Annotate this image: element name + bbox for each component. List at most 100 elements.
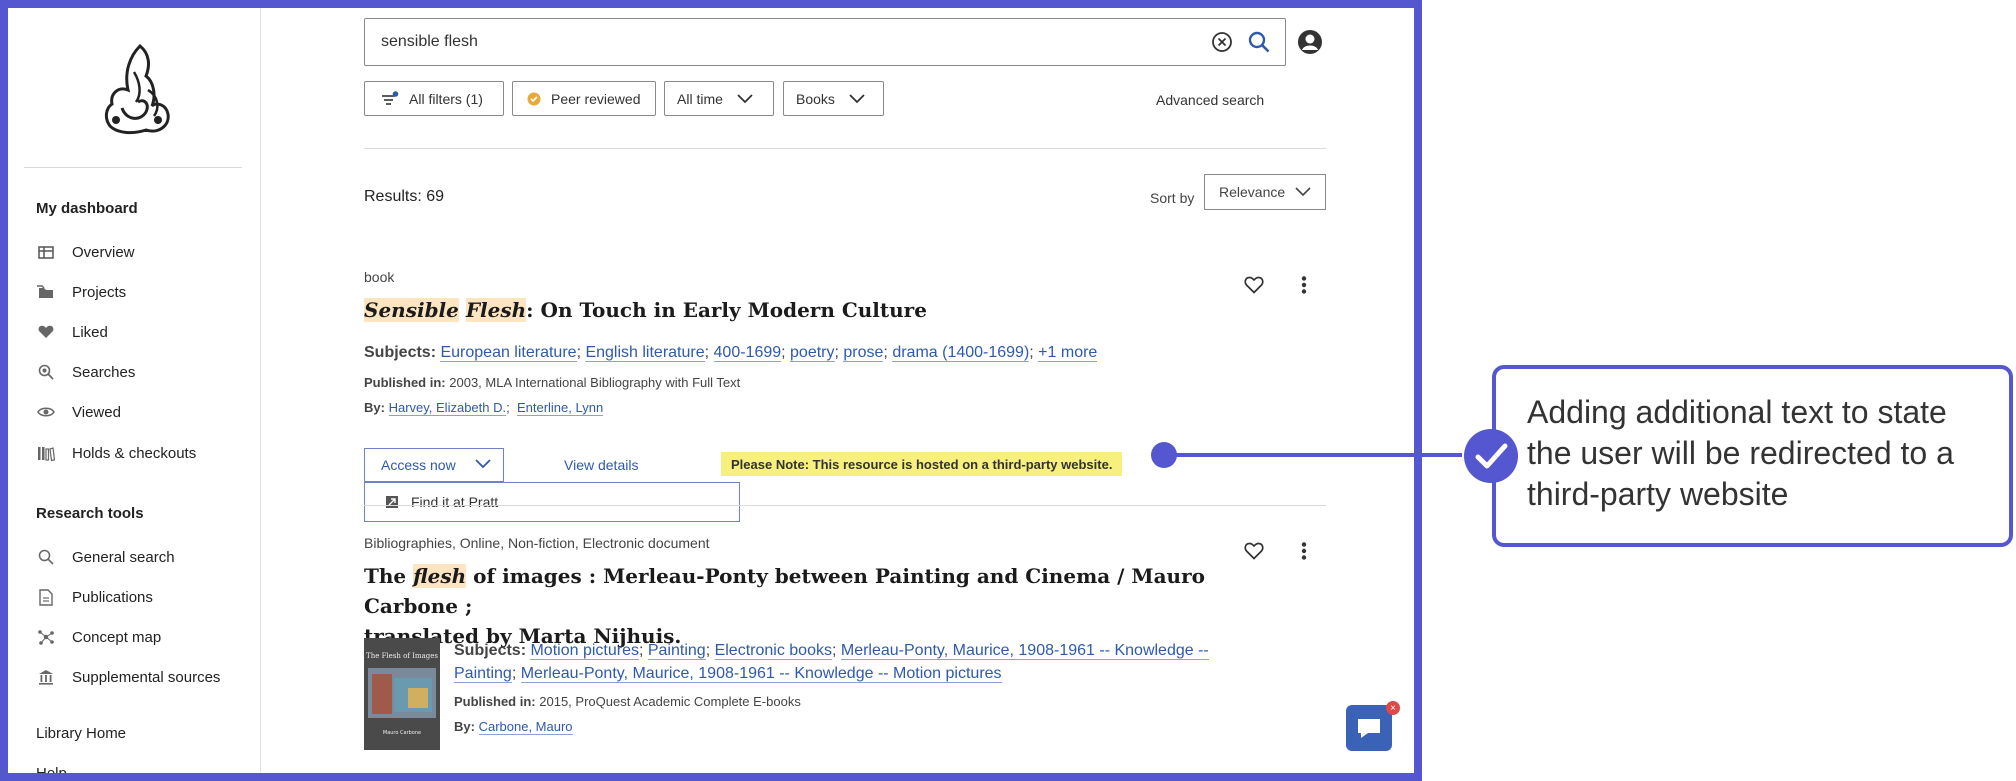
- result-title[interactable]: Sensible Flesh: On Touch in Early Modern…: [364, 295, 927, 325]
- sidebar-item-projects[interactable]: Projects: [36, 281, 126, 303]
- published-value: 2003, MLA International Bibliography wit…: [449, 375, 741, 390]
- subject-link[interactable]: Merleau-Ponty, Maurice, 1908-1961 -- Kno…: [520, 665, 1002, 683]
- sidebar-item-supplemental-sources[interactable]: Supplemental sources: [36, 666, 220, 688]
- sidebar-item-searches[interactable]: Searches: [36, 361, 135, 383]
- result-type: book: [364, 269, 395, 285]
- subject-link[interactable]: poetry: [790, 344, 835, 362]
- peer-reviewed-label: Peer reviewed: [551, 90, 641, 107]
- subject-link[interactable]: 400-1699: [713, 344, 782, 362]
- sidebar-item-holds[interactable]: Holds & checkouts: [36, 442, 196, 464]
- title-text: of images : Merleau-Ponty between Painti…: [364, 564, 1205, 618]
- all-filters-button[interactable]: All filters (1): [364, 81, 504, 116]
- author-link[interactable]: Harvey, Elizabeth D.: [388, 400, 507, 416]
- help-link[interactable]: Help: [36, 765, 67, 773]
- author-link[interactable]: Enterline, Lynn: [516, 400, 604, 416]
- find-it-link[interactable]: Find it at Pratt: [411, 494, 498, 510]
- sidebar-item-concept-map[interactable]: Concept map: [36, 626, 161, 648]
- type-filter-select[interactable]: Books: [783, 81, 884, 116]
- search-icon: [36, 364, 56, 380]
- columns-icon: [36, 244, 56, 260]
- divider: [364, 505, 1326, 506]
- search-bar[interactable]: sensible flesh: [364, 18, 1286, 66]
- checkmark-icon: [1464, 429, 1518, 483]
- books-icon: [36, 445, 56, 461]
- sidebar-item-label: Searches: [72, 363, 136, 381]
- sidebar-item-overview[interactable]: Overview: [36, 241, 135, 263]
- result-subjects: Subjects: European literature; English l…: [364, 344, 1098, 362]
- chat-button[interactable]: [1346, 705, 1392, 751]
- sort-label: Sort by: [1150, 190, 1195, 206]
- like-heart-icon[interactable]: [1244, 276, 1264, 294]
- chevron-down-icon: [475, 459, 491, 469]
- dashboard-heading: My dashboard: [36, 200, 138, 217]
- title-highlight: flesh: [413, 564, 467, 588]
- search-input[interactable]: sensible flesh: [381, 33, 1211, 51]
- book-cover-thumbnail[interactable]: The Flesh of Images Mauro Carbone: [364, 638, 440, 750]
- result-authors: By: Harvey, Elizabeth D.; Enterline, Lyn…: [364, 400, 604, 416]
- more-options-icon[interactable]: [1301, 542, 1307, 560]
- account-icon[interactable]: [1296, 28, 1324, 56]
- annotation-text: Adding additional text to state the user…: [1527, 394, 1954, 512]
- sidebar: My dashboard Overview Projects Liked Sea…: [8, 8, 261, 773]
- type-filter-label: Books: [796, 90, 835, 107]
- sidebar-item-viewed[interactable]: Viewed: [36, 401, 121, 423]
- author-link[interactable]: Carbone, Mauro: [478, 719, 573, 735]
- institution-icon: [36, 669, 56, 685]
- subject-link[interactable]: Merleau-Ponty, Maurice, 1908-1961 -- Kno…: [840, 642, 1209, 660]
- subject-link[interactable]: Painting: [454, 665, 512, 683]
- published-value: 2015, ProQuest Academic Complete E-books: [539, 694, 801, 709]
- title-text: : On Touch in Early Modern Culture: [526, 298, 927, 322]
- title-highlight: Sensible: [364, 298, 459, 322]
- results-count: Results: 69: [364, 188, 445, 205]
- annotation-connector: [1162, 453, 1462, 457]
- time-filter-select[interactable]: All time: [664, 81, 774, 116]
- subjects-label: Subjects:: [364, 344, 437, 361]
- title-text: The: [364, 564, 407, 588]
- sidebar-item-label: Concept map: [72, 628, 162, 646]
- advanced-search-link[interactable]: Advanced search: [1156, 92, 1264, 108]
- main-content: sensible flesh All filters (1) Peer revi…: [260, 8, 1414, 773]
- filter-icon: [382, 90, 399, 105]
- sidebar-item-publications[interactable]: Publications: [36, 586, 153, 608]
- sidebar-item-label: Supplemental sources: [72, 668, 221, 686]
- clear-icon[interactable]: [1211, 31, 1233, 53]
- result-type: Bibliographies, Online, Non-fiction, Ele…: [364, 535, 710, 551]
- subject-link[interactable]: European literature: [440, 344, 577, 362]
- sidebar-item-general-search[interactable]: General search: [36, 546, 175, 568]
- access-now-button[interactable]: Access now: [364, 448, 504, 482]
- more-options-icon[interactable]: [1301, 276, 1307, 294]
- divider: [364, 148, 1326, 149]
- result-authors: By: Carbone, Mauro: [454, 719, 573, 735]
- sidebar-item-label: Projects: [72, 283, 127, 301]
- all-filters-label: All filters (1): [409, 90, 483, 107]
- subject-link[interactable]: Motion pictures: [530, 642, 639, 660]
- sort-select[interactable]: Relevance: [1204, 174, 1326, 210]
- chevron-down-icon: [849, 93, 865, 103]
- document-icon: [36, 588, 56, 606]
- library-home-link[interactable]: Library Home: [36, 725, 126, 742]
- sidebar-item-label: Viewed: [72, 403, 121, 421]
- sort-value: Relevance: [1219, 184, 1286, 200]
- more-subjects-link[interactable]: +1 more: [1038, 344, 1098, 362]
- library-logo[interactable]: [100, 42, 172, 136]
- chat-icon: [1358, 719, 1380, 738]
- search-icon[interactable]: [1247, 30, 1271, 54]
- sidebar-item-liked[interactable]: Liked: [36, 321, 108, 343]
- subject-link[interactable]: Electronic books: [714, 642, 832, 660]
- sidebar-item-label: Liked: [72, 323, 108, 341]
- subject-link[interactable]: Painting: [647, 642, 706, 660]
- view-details-link[interactable]: View details: [564, 457, 638, 473]
- cover-title: The Flesh of Images: [366, 652, 438, 660]
- subject-link[interactable]: drama (1400-1699): [892, 344, 1030, 362]
- subject-link[interactable]: English literature: [585, 344, 705, 362]
- by-label: By:: [454, 719, 475, 734]
- chat-badge-close-icon[interactable]: ×: [1386, 701, 1400, 715]
- result-title[interactable]: The flesh of images : Merleau-Ponty betw…: [364, 561, 1264, 651]
- folder-icon: [36, 284, 56, 300]
- subject-link[interactable]: prose: [843, 344, 884, 362]
- peer-reviewed-chip[interactable]: Peer reviewed: [512, 81, 656, 116]
- check-badge-icon: [527, 92, 541, 105]
- like-heart-icon[interactable]: [1244, 542, 1264, 560]
- concept-map-icon: [36, 629, 56, 645]
- external-link-icon: [386, 496, 398, 508]
